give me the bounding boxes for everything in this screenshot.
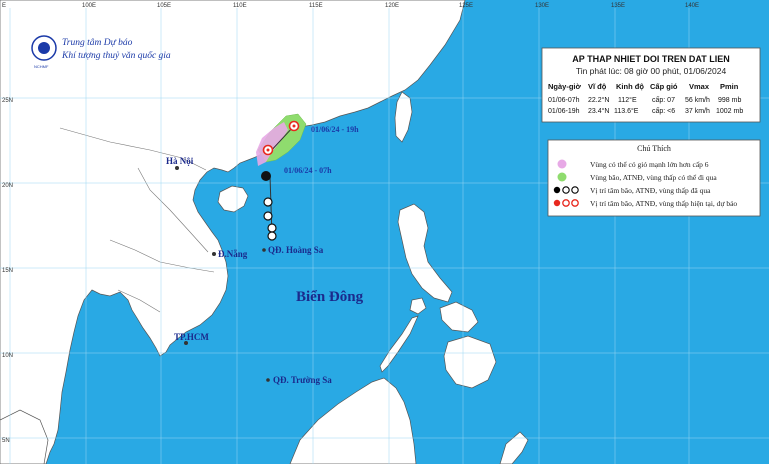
legend-item: Vùng bão, ATNĐ, vùng thấp có thể đi qua — [590, 173, 717, 182]
row-cell: cấp: 07 — [652, 95, 675, 104]
strong-wind-swatch — [557, 159, 567, 169]
city-dot — [212, 252, 216, 256]
past-position-marker — [263, 211, 273, 221]
row-cell: 112°E — [618, 96, 637, 104]
sea-name: Biển Đông — [296, 289, 364, 305]
legend-item: Vị trí tâm bão, ATNĐ, vùng thấp đã qua — [590, 186, 711, 195]
past-position-marker — [267, 223, 277, 233]
lat-tick-label: 15N — [2, 268, 13, 274]
past-position-marker — [267, 231, 277, 241]
lon-tick-label: 100E — [82, 3, 96, 9]
lon-tick-label: E — [2, 3, 6, 9]
col-header: Ngày-giờ — [548, 82, 582, 91]
map-canvas: E 100E 105E 110E 115E 120E 125E 130E 135… — [0, 0, 769, 465]
forecast-position-dot — [266, 148, 270, 152]
lat-tick-label: 5N — [2, 438, 10, 444]
legend-item: Vị trí tâm bão, ATNĐ, vùng thấp hiện tại… — [590, 199, 737, 208]
row-cell: 23.4°N — [588, 107, 609, 115]
past-position-swatch — [553, 186, 579, 194]
col-header: Kinh độ — [616, 82, 644, 91]
row-cell: 113.6°E — [614, 107, 639, 115]
col-header: Cấp gió — [650, 82, 678, 91]
lon-tick-label: 115E — [309, 3, 323, 9]
row-cell: cấp: <6 — [652, 106, 675, 115]
current-time-label: 01/06/24 - 07h — [284, 166, 332, 175]
row-cell: 01/06-19h — [548, 108, 580, 115]
forecast-cone-swatch — [557, 172, 567, 182]
forecast-time-label: 01/06/24 - 19h — [311, 125, 359, 134]
lon-tick-label: 130E — [535, 3, 549, 9]
place-hcm: TP.HCM — [174, 332, 209, 342]
past-low-icon — [571, 186, 579, 194]
lon-tick-label: 105E — [157, 3, 171, 9]
map-legend: Chú Thích Vùng có thể có gió mạnh lớn hơ… — [547, 139, 761, 217]
col-header: Pmin — [720, 82, 739, 91]
info-title: AP THAP NHIET DOI TREN DAT LIEN — [572, 54, 730, 64]
org-line-1: Trung tâm Dự báo — [62, 38, 133, 48]
lon-tick-label: 140E — [685, 3, 699, 9]
col-header: Vmax — [689, 82, 710, 91]
forecast-depression-icon — [562, 199, 570, 207]
row-cell: 1002 mb — [716, 108, 743, 115]
forecast-storm-icon — [553, 199, 561, 207]
lat-tick-label: 10N — [2, 353, 13, 359]
col-header: Vĩ độ — [588, 82, 607, 91]
row-cell: 01/06-07h — [548, 97, 580, 104]
lat-tick-label: 25N — [2, 98, 13, 104]
past-position-marker — [263, 197, 273, 207]
island-dot — [266, 378, 270, 382]
agency-logo-core — [38, 42, 50, 54]
place-hanoi: Hà Nội — [166, 156, 194, 166]
logo-caption: NCHMF — [34, 64, 49, 69]
row-cell: 56 km/h — [685, 97, 710, 104]
lat-tick-label: 20N — [2, 183, 13, 189]
storm-track-map: E 100E 105E 110E 115E 120E 125E 130E 135… — [0, 0, 769, 465]
place-hoangsa: QĐ. Hoàng Sa — [268, 245, 324, 255]
forecast-position-swatch — [553, 199, 579, 207]
current-position-marker — [261, 171, 271, 181]
island-dot — [262, 248, 266, 252]
forecast-position-dot — [292, 124, 296, 128]
forecast-low-icon — [571, 199, 579, 207]
row-cell: 22.2°N — [588, 96, 609, 104]
lon-tick-label: 110E — [233, 3, 247, 9]
row-cell: 998 mb — [718, 97, 741, 104]
past-depression-icon — [562, 186, 570, 194]
city-dot — [175, 166, 179, 170]
legend-item: Vùng có thể có gió mạnh lớn hơn cấp 6 — [590, 160, 709, 169]
lon-tick-label: 125E — [459, 3, 473, 9]
past-storm-icon — [553, 186, 561, 194]
lon-tick-label: 135E — [611, 3, 625, 9]
lon-tick-label: 120E — [385, 3, 399, 9]
legend-title: Chú Thích — [637, 144, 671, 153]
row-cell: 37 km/h — [685, 108, 710, 115]
storm-info-panel: AP THAP NHIET DOI TREN DAT LIEN Tin phát… — [541, 47, 761, 123]
place-truongsa: QĐ. Trường Sa — [273, 375, 332, 385]
org-line-2: Khí tượng thuỷ văn quốc gia — [61, 50, 171, 61]
place-danang: Đ.Nẵng — [218, 249, 248, 259]
info-issued: Tin phát lúc: 08 giờ 00 phút, 01/06/2024 — [576, 66, 727, 76]
